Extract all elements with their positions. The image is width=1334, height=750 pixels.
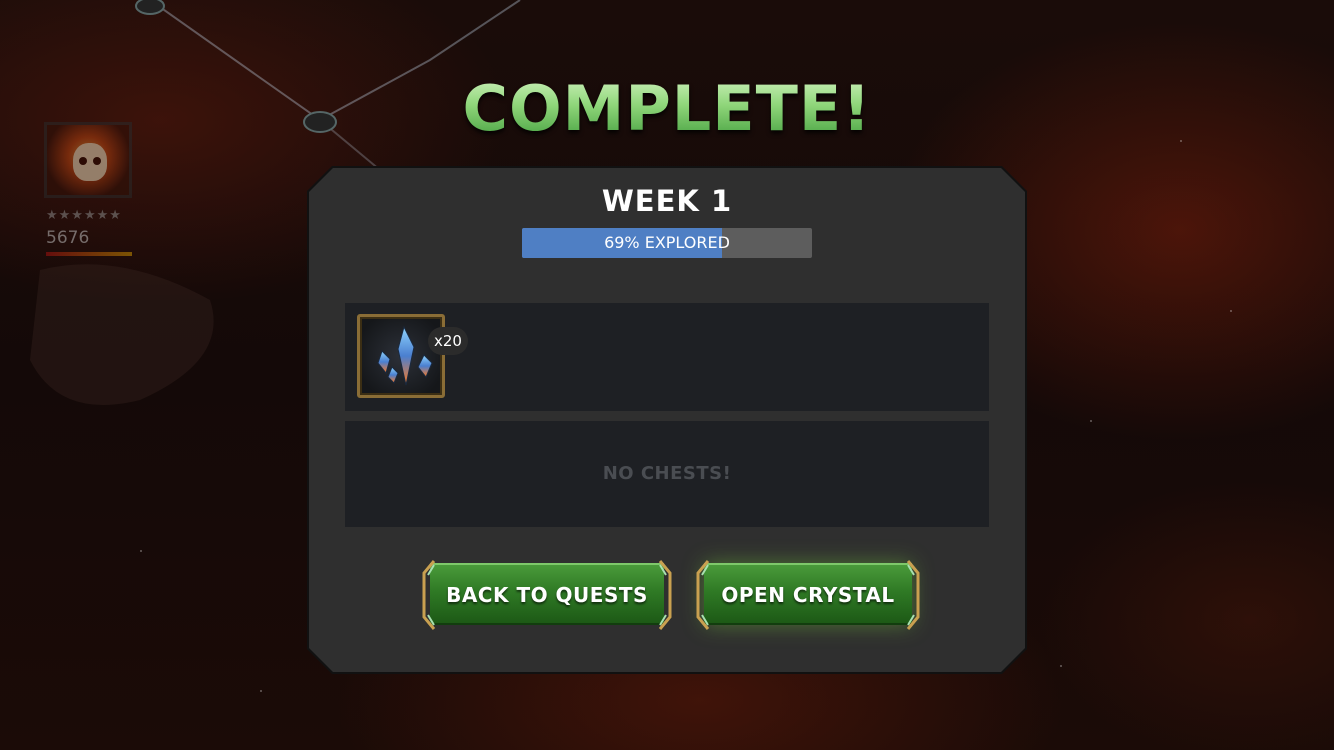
reward-quantity-badge: x20 (428, 327, 468, 355)
progress-label: 69% EXPLORED (604, 233, 730, 252)
reward-item[interactable]: x20 (357, 314, 468, 398)
exploration-progress-bar: 69% EXPLORED (522, 228, 812, 258)
no-chests-label: NO CHESTS! (602, 463, 732, 484)
complete-title: COMPLETE! (0, 72, 1334, 145)
button-bracket-right-icon (906, 560, 920, 630)
rewards-row: x20 (345, 303, 989, 411)
week-title: WEEK 1 (601, 184, 733, 218)
button-bracket-right-icon (658, 560, 672, 630)
button-bracket-left-icon (696, 560, 710, 630)
back-to-quests-label: BACK TO QUESTS (446, 583, 648, 607)
champion-rating: 5676 (46, 228, 90, 248)
results-panel: WEEK 1 69% EXPLORED x20 NO CHESTS! BACK … (309, 168, 1025, 672)
champion-health-bar (46, 252, 132, 256)
button-bracket-left-icon (422, 560, 436, 630)
champion-stars: ★★★★★★ (46, 208, 122, 223)
open-crystal-label: OPEN CRYSTAL (721, 583, 895, 607)
crystal-shards-icon (377, 325, 433, 386)
open-crystal-button[interactable]: OPEN CRYSTAL (696, 560, 920, 630)
chests-row: NO CHESTS! (345, 421, 989, 527)
back-to-quests-button[interactable]: BACK TO QUESTS (422, 560, 672, 630)
